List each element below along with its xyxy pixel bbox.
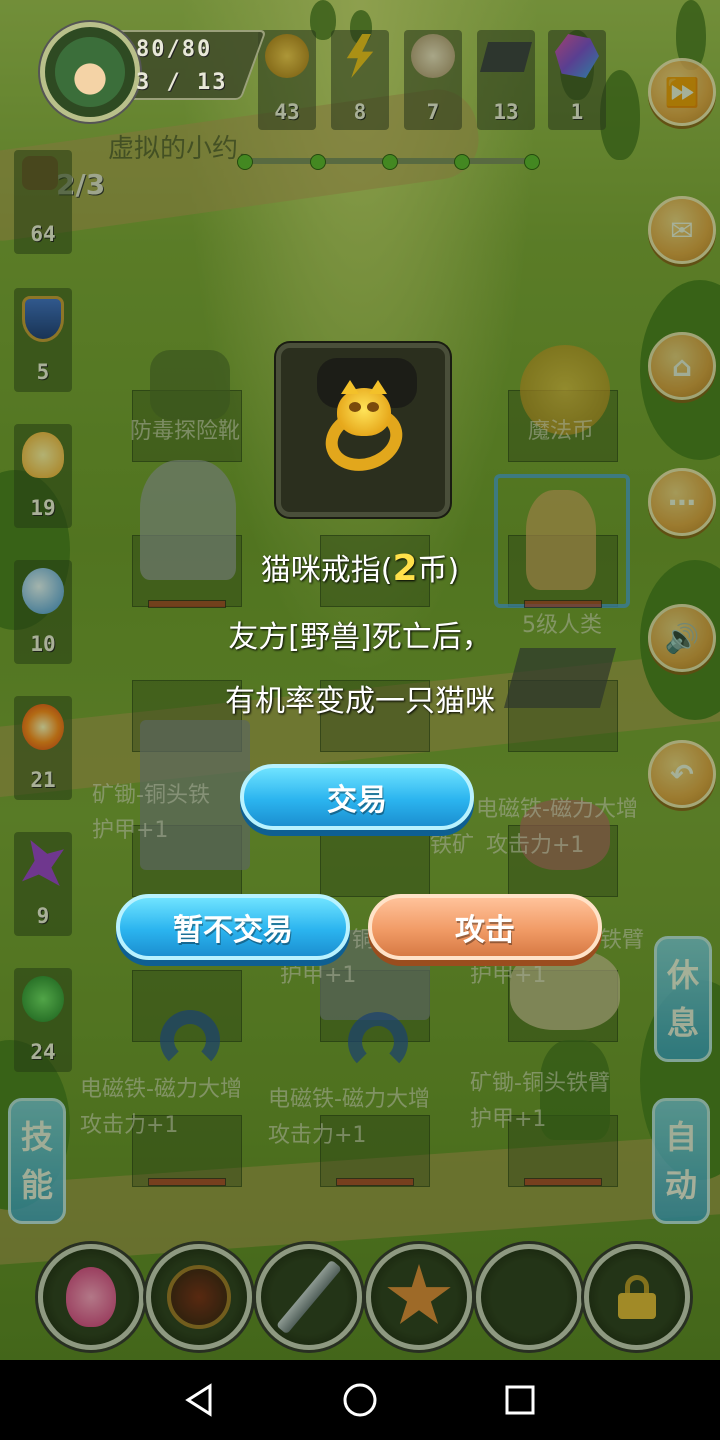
item-price: 2 xyxy=(392,548,418,589)
decline-trade-button[interactable]: 暂不交易 xyxy=(116,894,350,960)
attack-button[interactable]: 攻击 xyxy=(368,894,602,960)
game-screen: 防毒探险靴 进 魔法币 5级人类 矿锄-铜头铁 护甲+1 电磁铁-磁力大增 铁矿… xyxy=(0,0,720,1360)
trade-button[interactable]: 交易 xyxy=(240,764,474,830)
item-title: 猫咪戒指(2币) xyxy=(0,545,720,589)
cat-ring-icon xyxy=(337,380,391,436)
system-nav-bar xyxy=(0,1360,720,1440)
recents-icon[interactable] xyxy=(500,1380,540,1420)
player-avatar[interactable] xyxy=(40,22,140,122)
price-suffix: 币) xyxy=(417,553,460,588)
back-icon[interactable] xyxy=(180,1380,220,1420)
item-desc-line-1: 友方[野兽]死亡后， xyxy=(228,620,492,655)
item-desc-line-2: 有机率变成一只猫咪 xyxy=(225,684,495,719)
avatar-face-icon xyxy=(55,37,125,107)
player-level: 3 / 13 xyxy=(136,70,228,95)
item-name: 猫咪戒指( xyxy=(260,553,393,588)
home-circle-icon[interactable] xyxy=(340,1380,380,1420)
item-preview xyxy=(276,343,450,517)
player-hp: 80/80 xyxy=(136,37,213,62)
